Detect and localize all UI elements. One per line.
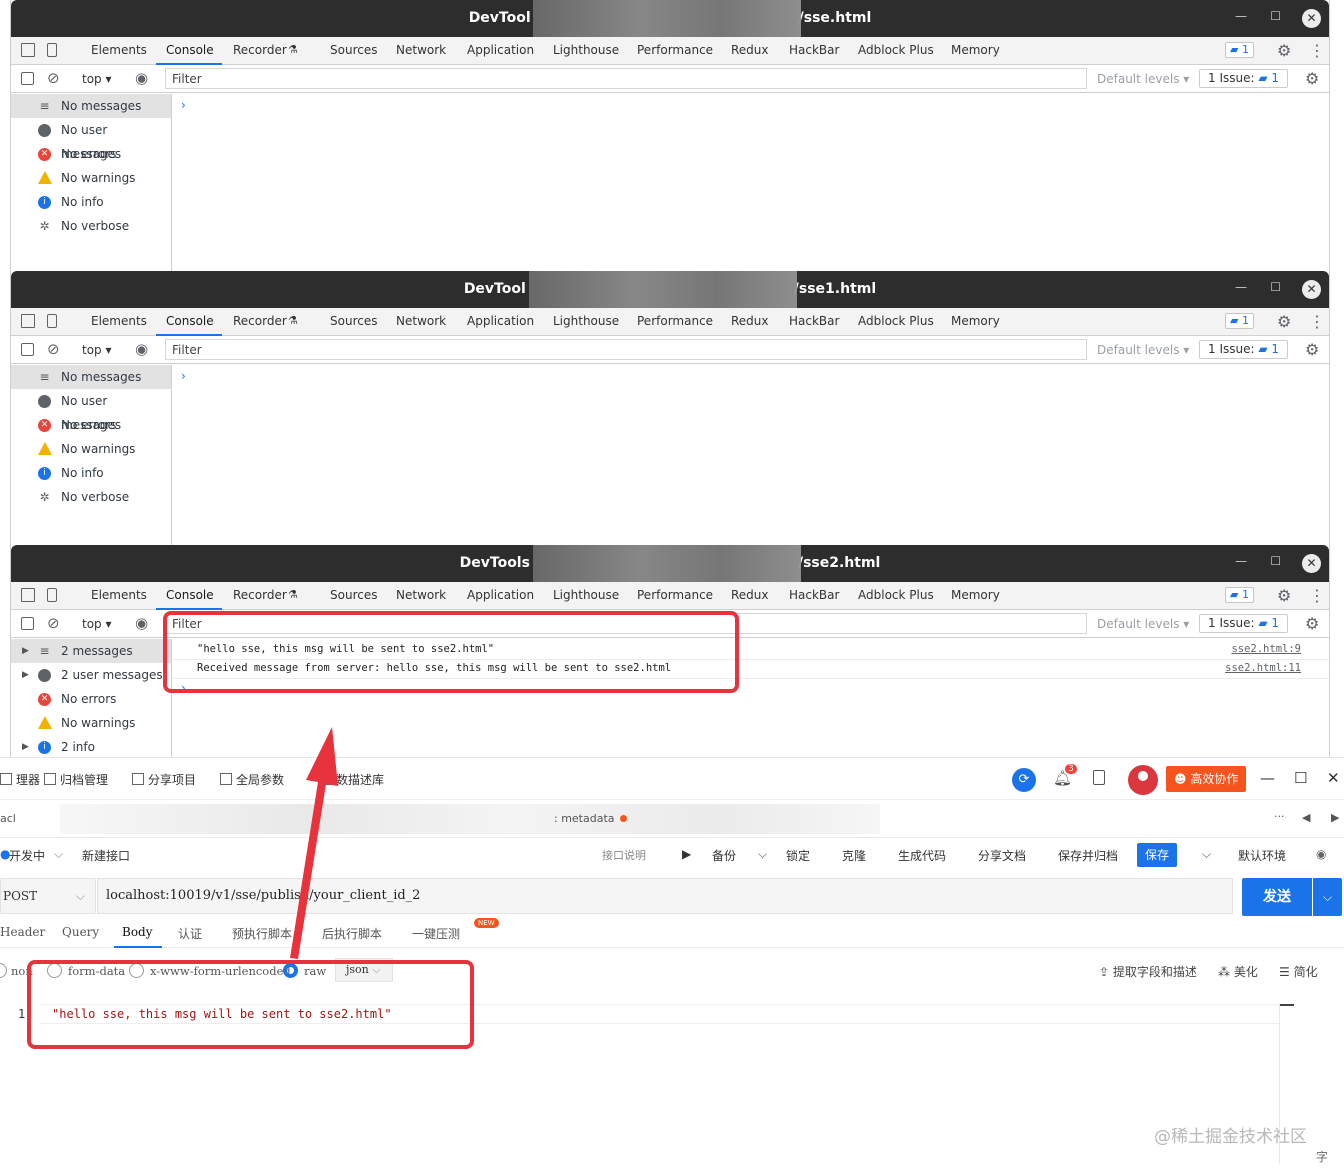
annotation-arrow [290,727,338,959]
screenshot-root: DevTool/sse.html — ☐ ✕ Elements Console Re… [0,0,1344,1170]
arrow-head [290,727,338,959]
